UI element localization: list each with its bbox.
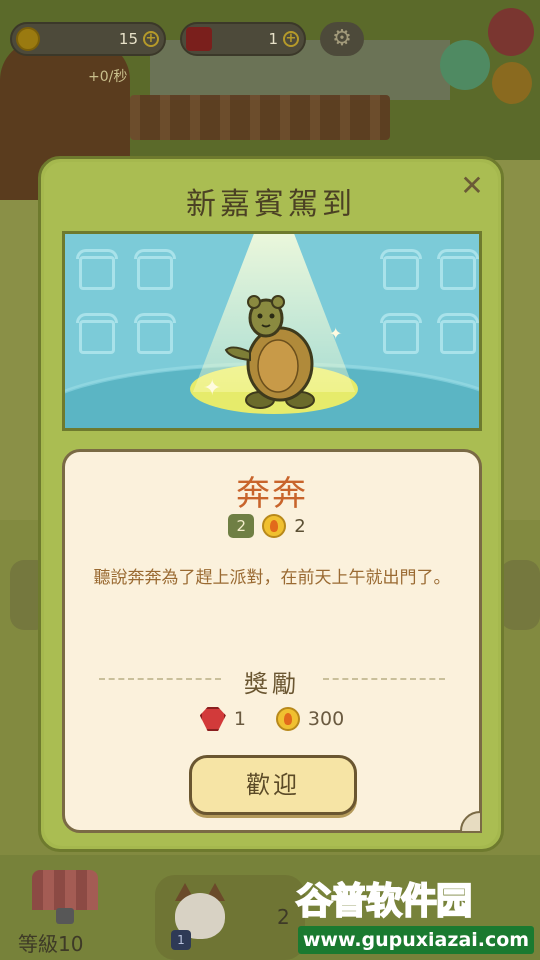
lock-icon (56, 908, 74, 924)
coin-value: 15 (118, 30, 138, 48)
gem-counter[interactable]: 1 + (180, 22, 306, 56)
turtle-character (224, 295, 315, 409)
reward-header: 獎勵 (65, 664, 479, 698)
gem-icon (199, 707, 226, 731)
gear-icon: ⚙ (332, 26, 352, 51)
coin-icon (275, 707, 300, 731)
level-button[interactable]: 等級10 (8, 870, 126, 960)
gift-icon (437, 249, 479, 290)
level-label: 等級10 (18, 932, 84, 956)
page-curl (460, 811, 482, 833)
fence-decoration (130, 95, 390, 140)
guest-stage: ✦ ✦ (62, 231, 482, 431)
side-panel-right (500, 560, 540, 630)
coin-counter[interactable]: 15 + (10, 22, 166, 56)
guest-name: 奔奔 (236, 474, 308, 514)
balloon-decoration (492, 62, 532, 104)
close-button[interactable]: ✕ (457, 171, 487, 201)
sparkle-icon: ✦ (329, 324, 343, 343)
welcome-button[interactable]: 歡迎 (189, 755, 357, 815)
watermark-title: 谷 普 软 件 园 (295, 880, 473, 923)
shop-icon (32, 870, 98, 910)
cat-card[interactable]: 1 2 (155, 875, 305, 960)
gift-icon (134, 249, 176, 290)
reward-gems: 1 (233, 708, 246, 730)
cat-badge: 1 (171, 930, 191, 950)
divider (323, 678, 445, 680)
gem-icon (186, 27, 212, 51)
guest-info-card: 奔奔 2 2 聽說奔奔為了趕上派對，在前天上午就出門了。 獎勵 1 300 歡迎 (62, 449, 482, 833)
add-coins-button[interactable]: + (143, 31, 159, 47)
coin-icon (262, 514, 287, 538)
reward-items: 1 300 (65, 707, 479, 731)
guest-stats: 2 2 (65, 514, 479, 538)
watermark-url: www.gupuxiazai.com (298, 926, 534, 954)
reward-coins: 300 (307, 708, 345, 730)
gift-icon (76, 249, 118, 290)
income-rate: +0/秒 (88, 69, 128, 85)
coin-icon (16, 27, 40, 51)
new-guest-dialog: 新嘉賓駕到 ✕ ✦ ✦ 奔奔 2 2 聽說奔奔為了趕上派對，在前天上午就出門了。… (38, 156, 504, 852)
balloon-decoration (488, 8, 534, 56)
watermark: 谷 普 软 件 园 www.gupuxiazai.com (292, 878, 540, 960)
gift-icon (76, 313, 118, 354)
guest-description: 聽說奔奔為了趕上派對，在前天上午就出門了。 (93, 568, 451, 588)
gift-icon (437, 313, 479, 354)
cat-count: 2 (277, 905, 290, 929)
dialog-title: 新嘉賓駕到 (186, 187, 356, 222)
close-icon: ✕ (460, 169, 484, 202)
add-gems-button[interactable]: + (283, 31, 299, 47)
sparkle-icon: ✦ (203, 376, 222, 401)
coin-cost: 2 (294, 515, 306, 537)
gift-icon (134, 313, 176, 354)
level-badge: 2 (228, 514, 255, 538)
gift-icon (380, 249, 422, 290)
balloon-decoration (440, 40, 490, 90)
settings-button[interactable]: ⚙ (320, 22, 364, 56)
reward-title: 獎勵 (244, 670, 300, 698)
gem-value: 1 (268, 30, 278, 48)
gift-icon (380, 313, 422, 354)
